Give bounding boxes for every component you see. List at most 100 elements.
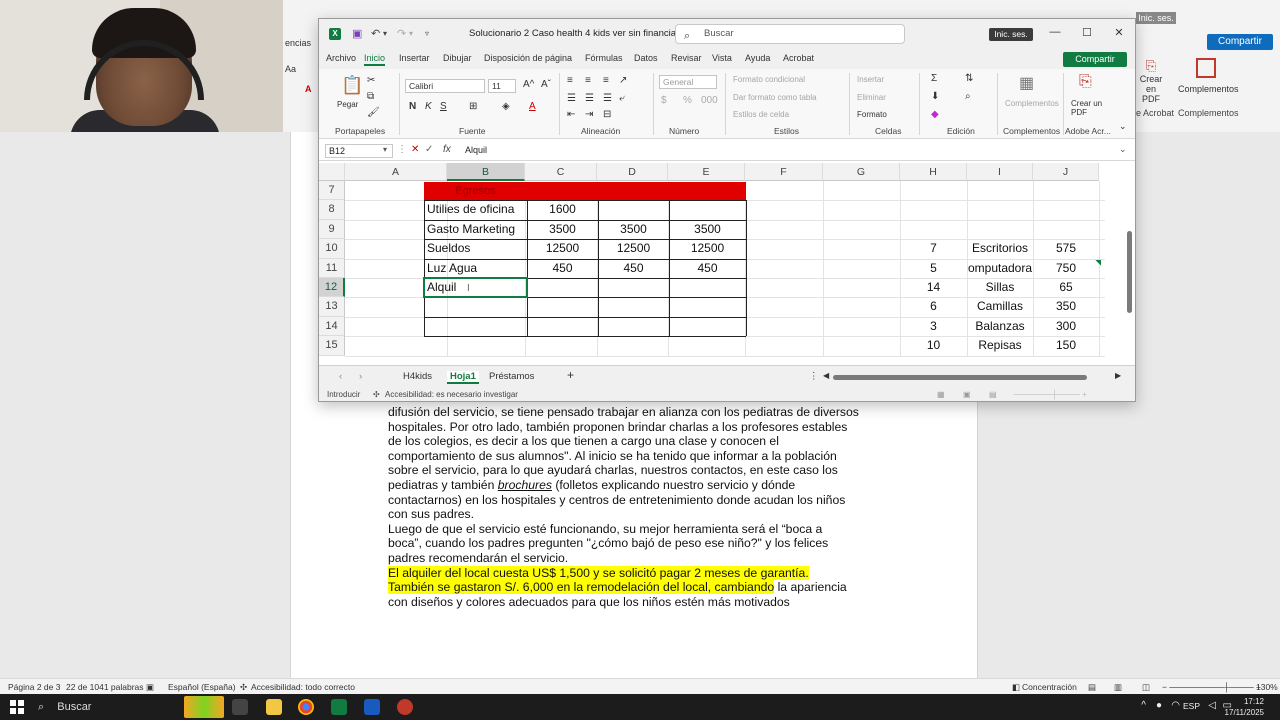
column-header[interactable]: D xyxy=(597,163,668,181)
format-painter-icon[interactable]: 🖌 xyxy=(367,107,380,118)
normal-view-icon[interactable]: ▦ xyxy=(937,390,945,399)
document-line[interactable]: difusión del servicio, se tiene pensado … xyxy=(388,405,888,420)
percent-icon[interactable]: % xyxy=(683,95,692,106)
column-header[interactable]: B xyxy=(447,163,525,181)
side-table-item[interactable]: Balanzas xyxy=(967,317,1033,336)
cell-styles-button[interactable]: Estilos de celda xyxy=(733,110,789,119)
table-cell-value[interactable]: 12500 xyxy=(598,239,669,258)
table-cell-value[interactable]: 450 xyxy=(669,259,746,278)
word-signin-button[interactable]: Inic. ses. xyxy=(1136,12,1176,24)
read-mode-icon[interactable]: ▤ xyxy=(1088,682,1096,693)
document-line[interactable]: contactarnos) en los hospitales y centro… xyxy=(388,493,888,508)
confirm-entry-icon[interactable]: ✓ xyxy=(425,144,433,155)
task-view-icon[interactable] xyxy=(232,699,248,715)
table-cell-value[interactable] xyxy=(598,200,669,219)
format-cells-button[interactable]: Formato xyxy=(857,110,887,119)
taskbar-clock[interactable]: 17:12 17/11/2025 xyxy=(1225,696,1264,718)
word-document-text[interactable]: difusión del servicio, se tiene pensado … xyxy=(388,405,888,609)
table-cell-label[interactable] xyxy=(424,317,527,336)
table-cell-value[interactable] xyxy=(527,278,598,297)
taskbar-search[interactable]: ⌕ Buscar xyxy=(32,698,182,716)
autosum-icon[interactable]: Σ xyxy=(931,73,937,84)
cut-icon[interactable]: ✂ xyxy=(367,75,375,86)
table-cell-value[interactable] xyxy=(669,278,746,297)
shrink-font-icon[interactable]: Aˇ xyxy=(541,79,551,90)
scroll-left-icon[interactable]: ◀ xyxy=(823,371,829,380)
close-icon[interactable]: ✕ xyxy=(1109,26,1129,39)
column-header[interactable]: F xyxy=(745,163,823,181)
table-cell-label[interactable]: Sueldos xyxy=(424,239,527,258)
table-cell-value[interactable]: 3500 xyxy=(669,220,746,239)
format-as-table-button[interactable]: Dar formato como tabla xyxy=(733,93,817,102)
side-table-qty[interactable]: 7 xyxy=(900,239,967,258)
table-cell-value[interactable] xyxy=(669,297,746,316)
row-header[interactable]: 7 xyxy=(319,181,345,201)
side-table-item[interactable]: Escritorios xyxy=(967,239,1033,258)
excel-window[interactable]: X ▣ ↶ ▾ ↷ ▾ ▿ Solucionario 2 Caso health… xyxy=(318,18,1136,402)
table-cell-label[interactable]: Luz Agua xyxy=(424,259,527,278)
tab-datos[interactable]: Datos xyxy=(634,53,658,63)
page-layout-icon[interactable]: ▣ xyxy=(963,390,971,399)
table-cell-value[interactable] xyxy=(527,297,598,316)
accessibility-status[interactable]: Accesibilidad: todo correcto xyxy=(251,682,355,692)
horizontal-scrollbar-thumb[interactable] xyxy=(833,375,1087,380)
tab-inicio[interactable]: Inicio xyxy=(364,53,386,66)
row-header[interactable]: 12 xyxy=(319,278,345,298)
align-left-icon[interactable]: ☰ xyxy=(567,93,576,104)
table-cell-value[interactable]: 12500 xyxy=(527,239,598,258)
side-table-price[interactable]: 150 xyxy=(1033,336,1099,355)
addins-icon[interactable]: ▦ xyxy=(1019,73,1034,93)
tab-insertar[interactable]: Insertar xyxy=(399,53,430,63)
table-cell-value[interactable]: 450 xyxy=(527,259,598,278)
row-header[interactable]: 11 xyxy=(319,258,345,278)
file-explorer-icon[interactable] xyxy=(266,699,282,715)
fill-color-icon[interactable]: ◈ xyxy=(502,101,510,112)
tab-disposicion[interactable]: Disposición de página xyxy=(484,53,572,63)
prev-sheet-icon[interactable]: ‹ xyxy=(339,371,342,382)
chrome-icon[interactable] xyxy=(298,699,314,715)
next-sheet-icon[interactable]: › xyxy=(359,371,362,382)
font-name-select[interactable]: Calibri xyxy=(405,79,485,93)
table-cell-value[interactable]: 450 xyxy=(598,259,669,278)
paste-label[interactable]: Pegar xyxy=(337,100,358,109)
column-header[interactable]: I xyxy=(967,163,1033,181)
table-cell-value[interactable] xyxy=(598,297,669,316)
sheet-tab-prestamos[interactable]: Préstamos xyxy=(489,371,534,382)
decrease-indent-icon[interactable]: ⇤ xyxy=(567,109,575,120)
side-table-item[interactable]: Camillas xyxy=(967,297,1033,316)
delete-cells-button[interactable]: Eliminar xyxy=(857,93,886,102)
document-line[interactable]: padres recomendarán el servicio. xyxy=(388,551,888,566)
redo-icon[interactable]: ↷ xyxy=(397,27,406,40)
language-status[interactable]: Español (España) xyxy=(168,682,236,692)
focus-mode[interactable]: Concentración xyxy=(1022,682,1077,692)
copy-icon[interactable]: ⧉ xyxy=(367,91,374,102)
table-cell-label[interactable]: Gasto Marketing xyxy=(424,220,527,239)
zoom-slider[interactable]: −──────┼──── + xyxy=(1013,390,1087,399)
align-middle-icon[interactable]: ≡ xyxy=(585,75,591,86)
table-cell-value[interactable]: 1600 xyxy=(527,200,598,219)
column-header[interactable]: G xyxy=(823,163,900,181)
tab-ayuda[interactable]: Ayuda xyxy=(745,53,770,63)
row-header[interactable]: 13 xyxy=(319,297,345,317)
tab-revisar[interactable]: Revisar xyxy=(671,53,702,63)
maximize-icon[interactable]: ☐ xyxy=(1077,26,1097,39)
cancel-entry-icon[interactable]: ✕ xyxy=(411,144,419,155)
excel-search-box[interactable]: ⌕ Buscar xyxy=(675,24,905,44)
minimize-icon[interactable]: — xyxy=(1045,26,1065,38)
number-format-select[interactable]: General xyxy=(659,75,717,89)
tab-dibujar[interactable]: Dibujar xyxy=(443,53,472,63)
align-right-icon[interactable]: ☰ xyxy=(603,93,612,104)
page-break-icon[interactable]: ▤ xyxy=(989,390,997,399)
side-table-qty[interactable]: 14 xyxy=(900,278,967,297)
table-cell-value[interactable]: 3500 xyxy=(598,220,669,239)
column-header[interactable]: H xyxy=(900,163,967,181)
wrap-text-icon[interactable]: ⤶ xyxy=(619,93,625,104)
create-pdf-button[interactable]: Crear un PDF xyxy=(1071,99,1111,117)
grow-font-icon[interactable]: A^ xyxy=(523,79,534,90)
keyboard-language[interactable]: ESP xyxy=(1183,701,1200,711)
side-table-qty[interactable]: 6 xyxy=(900,297,967,316)
column-header[interactable]: A xyxy=(345,163,447,181)
web-layout-icon[interactable]: ◫ xyxy=(1142,682,1150,693)
comma-style-icon[interactable]: 000 xyxy=(701,95,718,106)
table-cell-label[interactable]: Utilies de oficina xyxy=(424,200,527,219)
